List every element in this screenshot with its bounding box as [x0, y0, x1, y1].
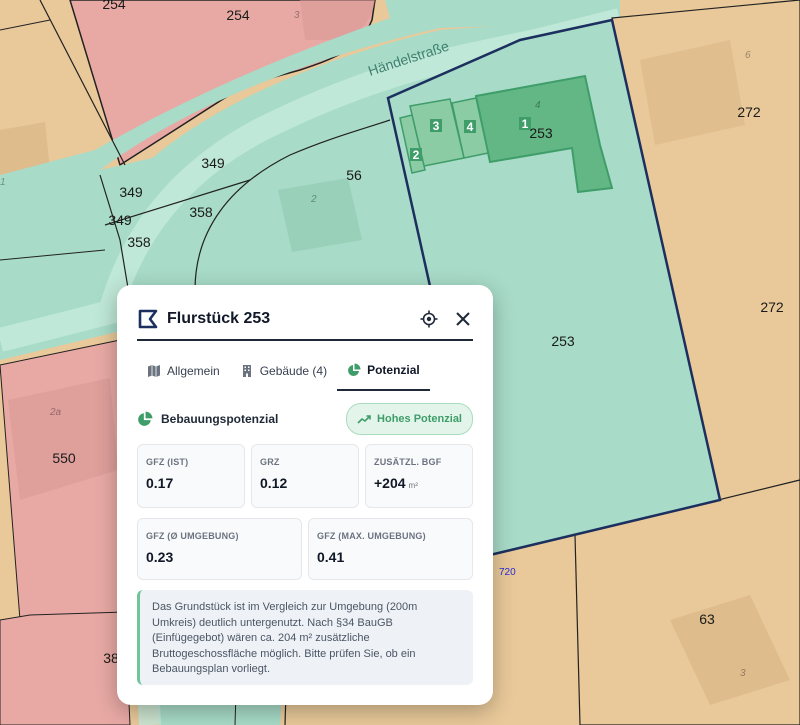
house-number: 3: [294, 10, 300, 21]
metric-value: 0.12: [260, 475, 288, 491]
metric-value: +204: [374, 475, 406, 491]
house-number: 2a: [49, 407, 62, 418]
map-icon: [148, 365, 160, 377]
trending-up-icon: [357, 415, 371, 424]
metric-label: GRZ: [260, 457, 280, 467]
parcel-label: 349: [108, 212, 132, 228]
metric-label: GFZ (Ø UMGEBUNG): [146, 531, 239, 541]
parcel-label: 254: [226, 7, 250, 23]
tab-potenzial[interactable]: Potenzial: [337, 351, 430, 391]
locate-button[interactable]: [419, 309, 439, 329]
badge-label: Hohes Potenzial: [377, 413, 462, 425]
panel-title: Flurstück 253: [167, 310, 271, 327]
potential-badge: Hohes Potenzial: [346, 403, 473, 435]
panel-tabs: Allgemein Gebäude (4) Potenzial: [137, 351, 473, 391]
potential-note: Das Grundstück ist im Vergleich zur Umge…: [137, 590, 473, 685]
metric-grz: GRZ 0.12: [251, 444, 359, 508]
panel-header: Flurstück 253: [137, 299, 473, 341]
house-number: 1: [0, 177, 6, 188]
tab-label: Gebäude (4): [259, 364, 328, 378]
house-number: 2: [310, 194, 317, 205]
section-title: Bebauungspotenzial: [161, 412, 279, 426]
tab-allgemein[interactable]: Allgemein: [137, 351, 230, 391]
tab-label: Potenzial: [367, 363, 420, 377]
building-icon: [242, 365, 251, 377]
metric-gfz-umgebung: GFZ (Ø UMGEBUNG) 0.23: [137, 518, 302, 580]
parcel-label: 358: [189, 204, 213, 220]
building-number-4: 4: [467, 120, 474, 134]
metrics-row-2: GFZ (Ø UMGEBUNG) 0.23 GFZ (MAX. UMGEBUNG…: [137, 518, 473, 580]
metric-value: 0.23: [146, 549, 174, 565]
parcel-icon: [138, 309, 158, 329]
parcel-label: 349: [201, 155, 225, 171]
metric-value-wrap: +204 m²: [374, 475, 464, 491]
metric-zusaetzl-bgf: ZUSÄTZL. BGF +204 m²: [365, 444, 473, 508]
potential-header: Bebauungspotenzial Hohes Potenzial: [137, 403, 473, 435]
crosshair-icon: [420, 310, 438, 328]
tab-gebaeude[interactable]: Gebäude (4): [230, 351, 337, 391]
metric-gfz-max-umgebung: GFZ (MAX. UMGEBUNG) 0.41: [308, 518, 473, 580]
parcel-label: 358: [127, 234, 151, 250]
parcel-label: 272: [737, 104, 761, 120]
building-number-2: 2: [413, 148, 420, 162]
parcel-label: 56: [346, 167, 362, 183]
boundary-label: 720: [499, 567, 516, 578]
metric-value: 0.41: [317, 549, 345, 565]
metric-label: GFZ (IST): [146, 457, 189, 467]
metric-gfz-ist: GFZ (IST) 0.17: [137, 444, 245, 508]
close-button[interactable]: [453, 309, 473, 329]
tab-label: Allgemein: [167, 364, 220, 378]
parcel-label: 550: [52, 450, 76, 466]
parcel-label: 349: [119, 184, 143, 200]
pie-chart-icon: [138, 411, 153, 426]
house-number: 6: [745, 50, 751, 61]
house-number: 3: [740, 668, 746, 679]
metric-label: GFZ (MAX. UMGEBUNG): [317, 531, 426, 541]
parcel-label: 253: [551, 333, 575, 349]
metric-unit: m²: [408, 481, 418, 490]
metric-label: ZUSÄTZL. BGF: [374, 457, 442, 467]
pie-chart-icon: [348, 363, 361, 376]
parcel-label: 272: [760, 299, 784, 315]
building-number-3: 3: [433, 119, 440, 133]
parcel-label: 254: [102, 0, 126, 12]
parcel-info-panel: Flurstück 253 Allgemein Gebäude (4) Pote…: [117, 285, 493, 705]
parcel-label: 253: [529, 125, 553, 141]
parcel-label: 63: [699, 611, 715, 627]
house-number: 4: [535, 100, 541, 111]
close-icon: [456, 312, 470, 326]
metrics-row-1: GFZ (IST) 0.17 GRZ 0.12 ZUSÄTZL. BGF +20…: [137, 444, 473, 508]
building-number-1: 1: [522, 117, 529, 131]
metric-value: 0.17: [146, 475, 174, 491]
